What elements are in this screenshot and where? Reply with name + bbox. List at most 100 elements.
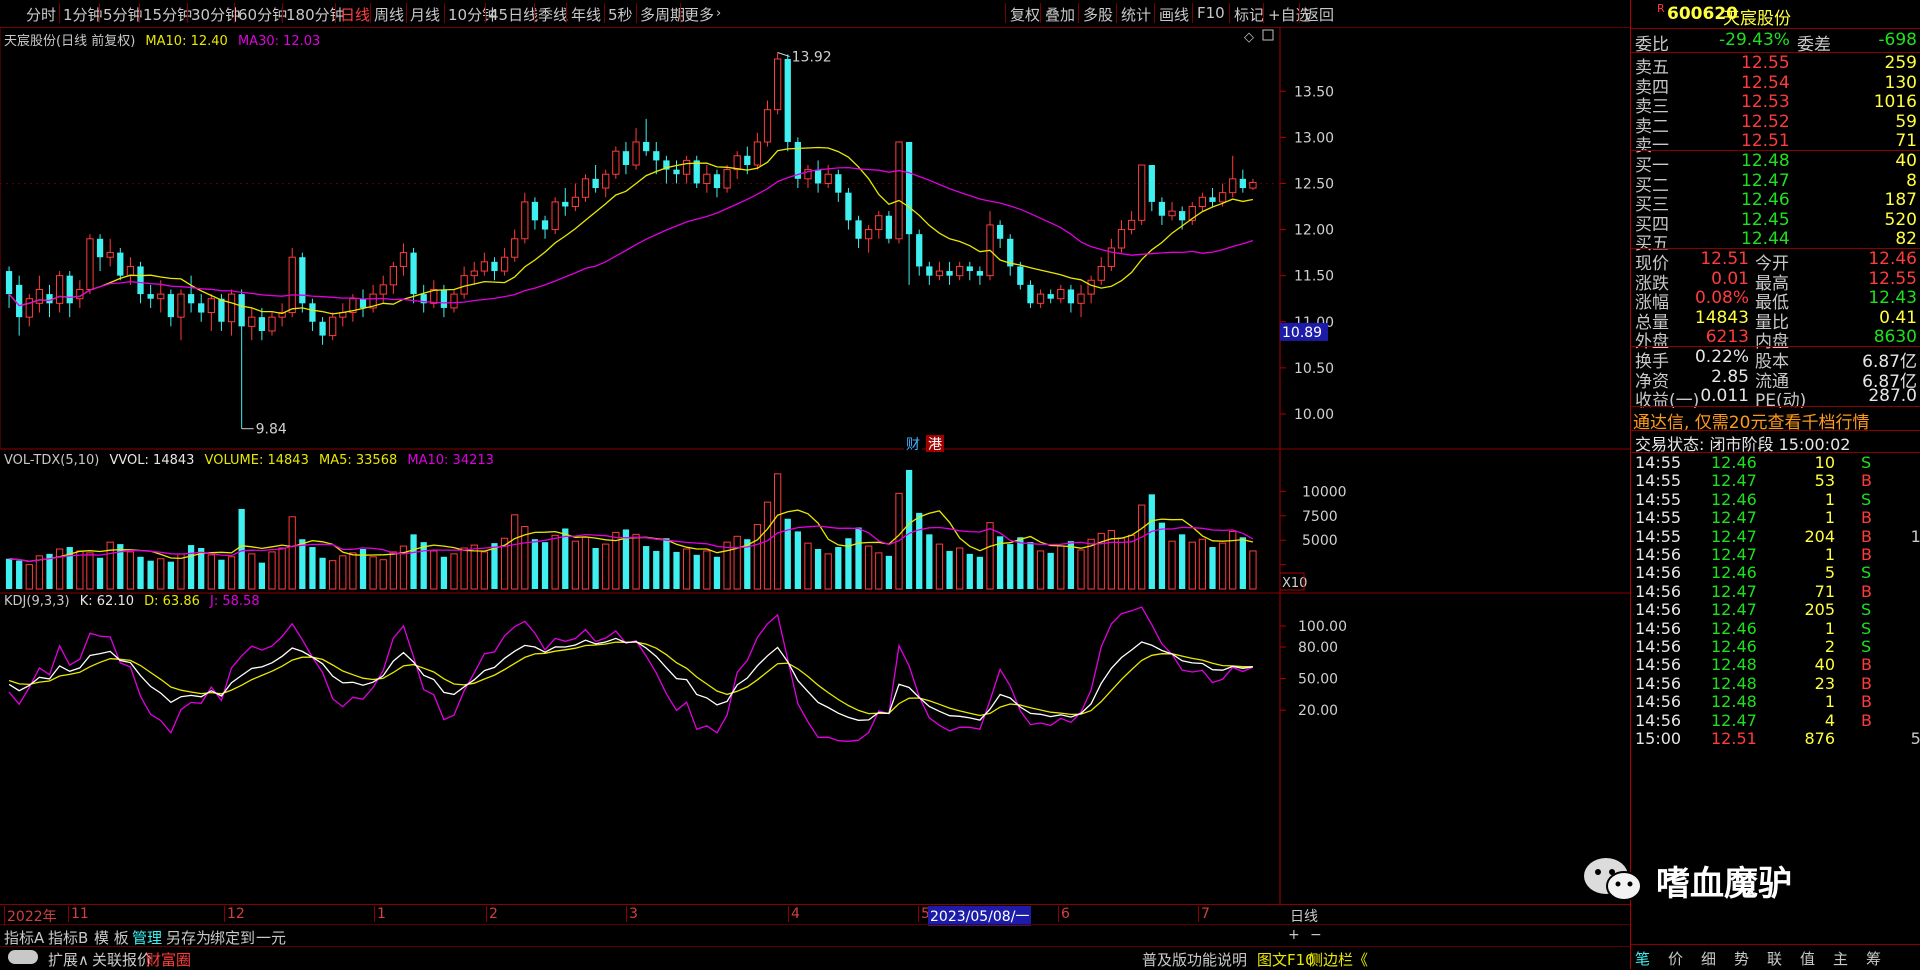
candle[interactable] — [1107, 238, 1115, 272]
volume-bar[interactable] — [966, 553, 973, 589]
period-0[interactable]: 分时 — [26, 4, 56, 25]
volume-bar[interactable] — [632, 533, 640, 590]
toggle-switch[interactable] — [8, 950, 38, 964]
volume-bar[interactable] — [1067, 541, 1075, 589]
candle[interactable] — [986, 211, 994, 281]
volume-bar[interactable] — [653, 550, 660, 589]
volume-bar[interactable] — [470, 544, 478, 590]
candle[interactable] — [55, 271, 64, 313]
candle[interactable] — [845, 188, 852, 230]
candle[interactable] — [76, 280, 84, 308]
candle[interactable] — [1138, 164, 1146, 225]
volume-bar[interactable] — [916, 512, 923, 589]
candle[interactable] — [541, 215, 549, 239]
candle[interactable] — [126, 257, 135, 285]
candle[interactable] — [723, 165, 731, 193]
candle[interactable] — [177, 289, 185, 341]
bottom-tab-1[interactable]: 关联报价 — [92, 949, 152, 970]
toolbar-button-8[interactable]: 返回 — [1304, 4, 1334, 25]
volume-bar[interactable] — [1179, 534, 1186, 589]
chevron-right-icon[interactable]: › — [716, 6, 726, 21]
candle[interactable] — [238, 289, 245, 429]
volume-bar[interactable] — [956, 547, 964, 590]
volume-bar[interactable] — [86, 552, 94, 590]
toolbar-button-4[interactable]: 画线 — [1159, 4, 1189, 25]
volume-bar[interactable] — [147, 560, 154, 589]
candle[interactable] — [511, 229, 519, 262]
volume-bar[interactable] — [480, 551, 488, 590]
candle[interactable] — [753, 132, 762, 170]
volume-bar[interactable] — [753, 524, 762, 590]
candle[interactable] — [1158, 197, 1166, 225]
toolbar-button-1[interactable]: 叠加 — [1045, 4, 1075, 25]
candle[interactable] — [1229, 155, 1237, 198]
toolbar-button-2[interactable]: 多股 — [1083, 4, 1113, 25]
candle[interactable] — [916, 229, 923, 276]
candle[interactable] — [1007, 234, 1014, 276]
volume-bar[interactable] — [1218, 542, 1227, 590]
candle[interactable] — [309, 298, 316, 331]
period-14[interactable]: 5秒 — [608, 4, 633, 25]
volume-bar[interactable] — [1239, 537, 1246, 589]
volume-bar[interactable] — [96, 557, 104, 589]
volume-bar[interactable] — [1027, 542, 1034, 589]
volume-bar[interactable] — [258, 562, 266, 589]
volume-bar[interactable] — [1188, 541, 1196, 590]
candle[interactable] — [895, 141, 903, 244]
indicator-tab-4[interactable]: 另存为 — [166, 927, 211, 948]
volume-bar[interactable] — [430, 550, 438, 590]
candle[interactable] — [612, 146, 620, 179]
candle[interactable] — [966, 261, 973, 281]
volume-bar[interactable] — [238, 508, 245, 589]
candle[interactable] — [682, 155, 691, 184]
candle[interactable] — [703, 165, 711, 193]
candle[interactable] — [663, 155, 670, 184]
finance-badge[interactable]: 财 — [906, 437, 920, 453]
candle[interactable] — [167, 289, 174, 327]
volume-bar[interactable] — [137, 556, 144, 589]
candle[interactable] — [117, 247, 124, 281]
panel-tab-4[interactable]: 联 — [1767, 948, 1782, 969]
candle[interactable] — [926, 261, 933, 285]
candle[interactable] — [450, 289, 458, 313]
panel-tab-5[interactable]: 值 — [1800, 948, 1815, 969]
volume-bar[interactable] — [76, 550, 84, 590]
window-toggle-icon[interactable] — [1262, 29, 1274, 41]
period-2[interactable]: 5分钟 — [103, 4, 143, 25]
indicator-tab-0[interactable]: 指标A — [4, 927, 44, 948]
candle[interactable] — [1239, 169, 1246, 193]
candle[interactable] — [521, 192, 529, 244]
status-link-0[interactable]: 普及版功能说明 — [1142, 949, 1247, 970]
candle[interactable] — [1067, 284, 1075, 313]
candle[interactable] — [1087, 275, 1095, 304]
candle[interactable] — [278, 303, 286, 327]
period-8[interactable]: 周线 — [374, 4, 404, 25]
volume-bar[interactable] — [288, 516, 296, 590]
zoom-out-icon[interactable]: − — [1310, 927, 1322, 943]
candle[interactable] — [96, 234, 104, 272]
candle[interactable] — [207, 294, 215, 331]
panel-tab-6[interactable]: 主 — [1833, 948, 1848, 969]
candle[interactable] — [571, 183, 580, 212]
indicator-tab-6[interactable]: 一元 — [256, 927, 286, 948]
volume-bar[interactable] — [531, 539, 539, 589]
volume-bar[interactable] — [663, 538, 670, 589]
candle[interactable] — [653, 141, 660, 175]
panel-tab-7[interactable]: 筹 — [1866, 948, 1881, 969]
candle[interactable] — [551, 197, 559, 235]
candle[interactable] — [319, 317, 326, 345]
volume-bar[interactable] — [167, 561, 174, 589]
candle[interactable] — [399, 243, 408, 276]
volume-bar[interactable] — [835, 547, 842, 589]
volume-bar[interactable] — [1168, 540, 1176, 590]
candle[interactable] — [1148, 165, 1155, 212]
volume-bar[interactable] — [855, 527, 862, 589]
candle[interactable] — [500, 247, 509, 276]
candle[interactable] — [420, 284, 427, 313]
volume-bar[interactable] — [410, 534, 417, 589]
candle[interactable] — [1057, 284, 1065, 304]
volume-bar[interactable] — [643, 546, 650, 589]
status-link-1[interactable]: 图文F10 — [1257, 949, 1315, 970]
candle[interactable] — [147, 284, 154, 308]
candle[interactable] — [1127, 211, 1136, 235]
